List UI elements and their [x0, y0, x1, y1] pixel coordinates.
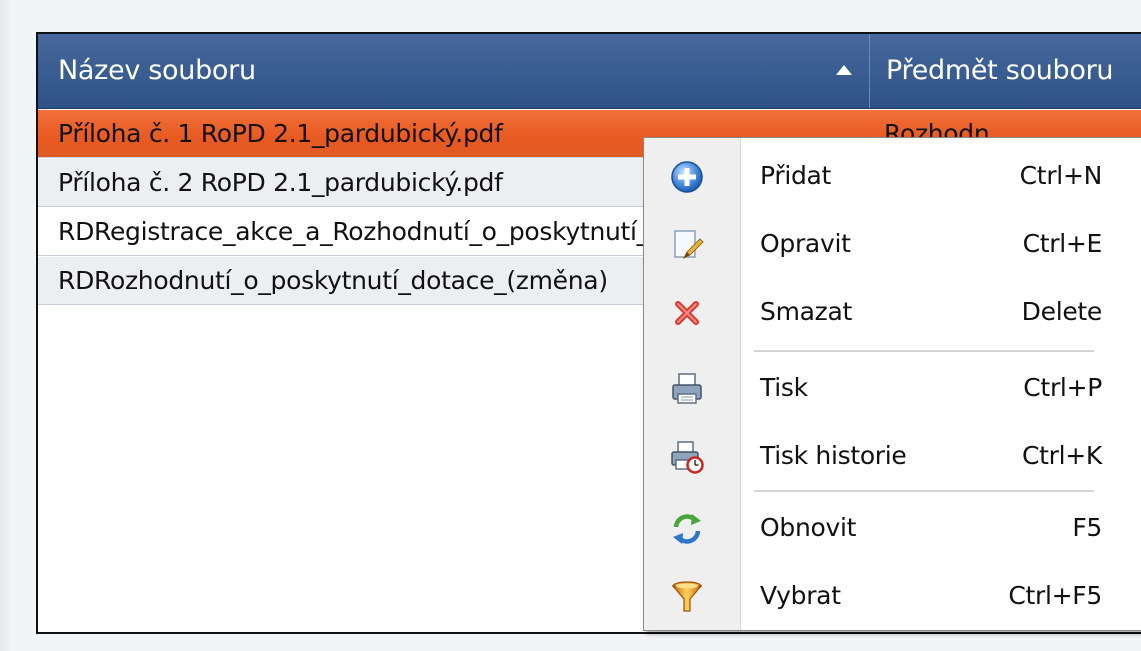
menu-item-print[interactable]: Tisk Ctrl+P: [644, 354, 1141, 422]
sort-ascending-icon: [836, 65, 852, 75]
print-icon: [670, 372, 704, 406]
add-icon: [670, 160, 704, 194]
menu-item-label: Tisk: [760, 373, 808, 402]
menu-item-label: Vybrat: [760, 581, 841, 610]
menu-item-label: Přidat: [760, 161, 832, 190]
refresh-icon: [670, 512, 704, 546]
menu-item-filter[interactable]: Vybrat Ctrl+F5: [644, 562, 1141, 630]
menu-item-shortcut: Ctrl+F5: [1008, 581, 1102, 610]
menu-separator: [754, 350, 1094, 352]
menu-item-shortcut: F5: [1072, 513, 1102, 542]
menu-item-label: Opravit: [760, 229, 851, 258]
grid-header: Název souboru Předmět souboru: [38, 34, 1141, 109]
print-history-icon: [670, 440, 704, 474]
menu-item-shortcut: Ctrl+P: [1023, 373, 1102, 402]
delete-icon: [670, 296, 704, 330]
menu-item-shortcut: Delete: [1021, 297, 1103, 326]
menu-item-print-history[interactable]: Tisk historie Ctrl+K: [644, 422, 1141, 490]
window-background: Název souboru Předmět souboru Příloha č.…: [0, 0, 1141, 651]
menu-separator: [754, 490, 1094, 492]
filter-icon: [670, 580, 704, 614]
menu-item-shortcut: Ctrl+N: [1019, 161, 1103, 190]
file-name-cell: Příloha č. 1 RoPD 2.1_pardubický.pdf: [58, 119, 503, 148]
context-menu: Přidat Ctrl+N Opravit Ctrl+E Smazat Dele…: [643, 137, 1141, 631]
menu-item-delete[interactable]: Smazat Delete: [644, 278, 1141, 346]
column-header-file-subject[interactable]: Předmět souboru: [870, 34, 1141, 108]
menu-item-shortcut: Ctrl+E: [1022, 229, 1103, 258]
menu-item-refresh[interactable]: Obnovit F5: [644, 494, 1141, 562]
menu-item-label: Obnovit: [760, 513, 857, 542]
file-name-cell: Příloha č. 2 RoPD 2.1_pardubický.pdf: [58, 168, 503, 197]
menu-item-label: Smazat: [760, 297, 852, 326]
menu-item-edit[interactable]: Opravit Ctrl+E: [644, 210, 1141, 278]
menu-item-add[interactable]: Přidat Ctrl+N: [644, 142, 1141, 210]
file-name-cell: RDRegistrace_akce_a_Rozhodnutí_o_poskytn…: [58, 217, 733, 246]
menu-item-shortcut: Ctrl+K: [1021, 441, 1102, 470]
file-name-cell: RDRozhodnutí_o_poskytnutí_dotace_(změna): [58, 266, 608, 295]
menu-item-label: Tisk historie: [760, 441, 907, 470]
column-header-file-name[interactable]: Název souboru: [38, 34, 870, 108]
edit-icon: [670, 228, 704, 262]
